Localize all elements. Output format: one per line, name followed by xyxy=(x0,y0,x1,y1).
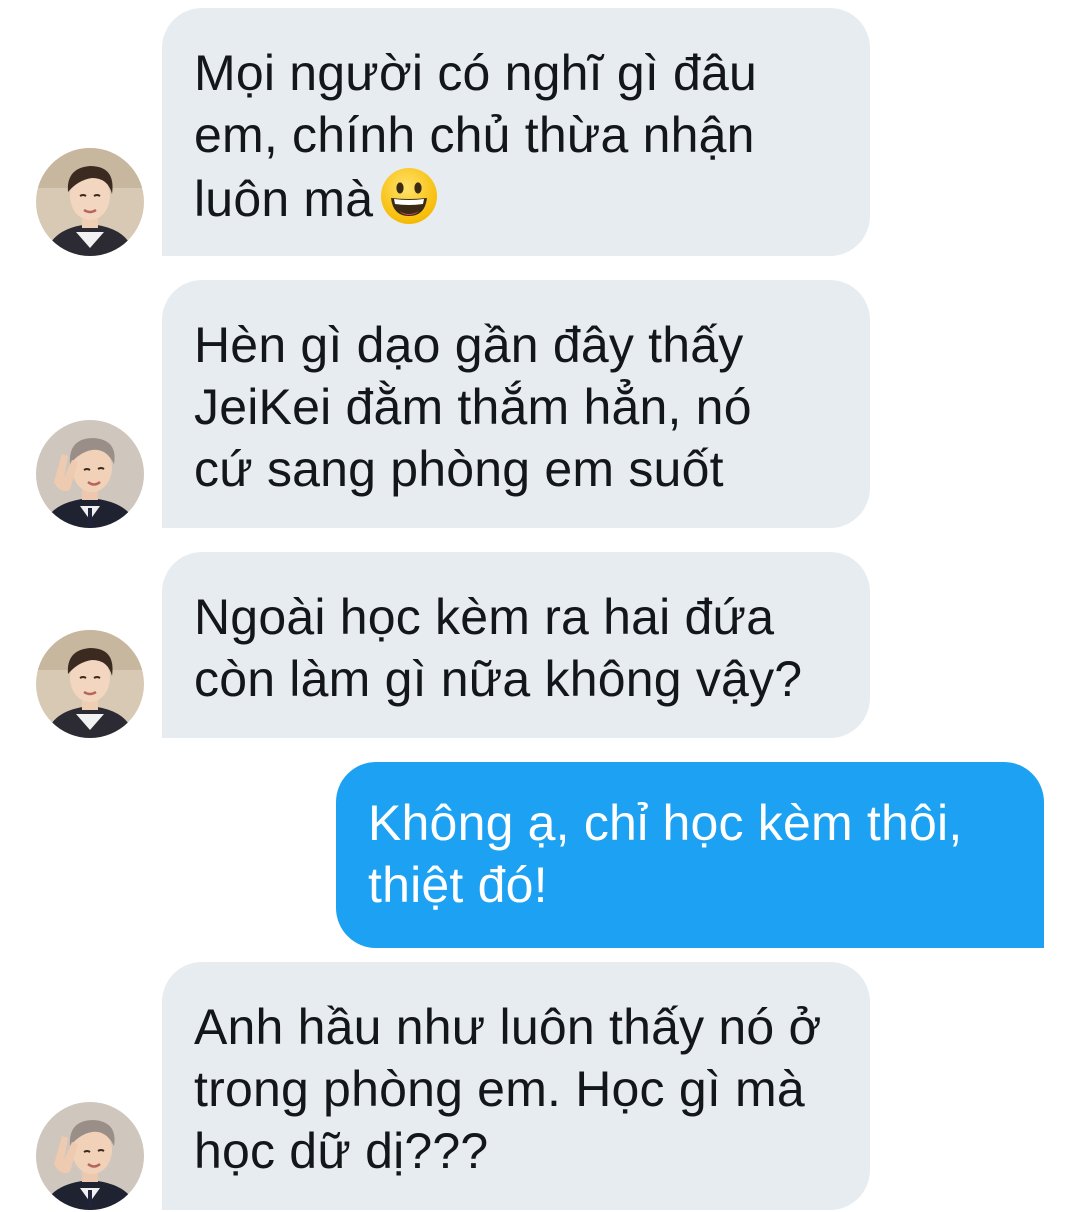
grinning-face-icon xyxy=(381,168,438,224)
avatar-person-1[interactable] xyxy=(36,630,144,738)
message-bubble-incoming[interactable]: Anh hầu như luôn thấy nó ở trong phòng e… xyxy=(162,962,870,1210)
message-text: Anh hầu như luôn thấy nó ở trong phòng e… xyxy=(194,999,822,1179)
message-bubble-incoming[interactable]: Ngoài học kèm ra hai đứa còn làm gì nữa … xyxy=(162,552,870,738)
message-bubble-outgoing[interactable]: Không ạ, chỉ học kèm thôi, thiệt đó! xyxy=(336,762,1044,948)
message-text: Mọi người có nghĩ gì đâu em, chính chủ t… xyxy=(194,45,758,227)
message-text: Hèn gì dạo gần đây thấy JeiKei đằm thắm … xyxy=(194,317,752,497)
message-thread: Mọi người có nghĩ gì đâu em, chính chủ t… xyxy=(0,0,1080,1212)
message-text: Ngoài học kèm ra hai đứa còn làm gì nữa … xyxy=(194,589,803,707)
message-bubble-incoming[interactable]: Mọi người có nghĩ gì đâu em, chính chủ t… xyxy=(162,8,870,256)
avatar-person-1[interactable] xyxy=(36,148,144,256)
message-bubble-incoming[interactable]: Hèn gì dạo gần đây thấy JeiKei đằm thắm … xyxy=(162,280,870,528)
message-text: Không ạ, chỉ học kèm thôi, thiệt đó! xyxy=(368,795,963,913)
avatar-person-2[interactable] xyxy=(36,420,144,528)
avatar-person-2[interactable] xyxy=(36,1102,144,1210)
